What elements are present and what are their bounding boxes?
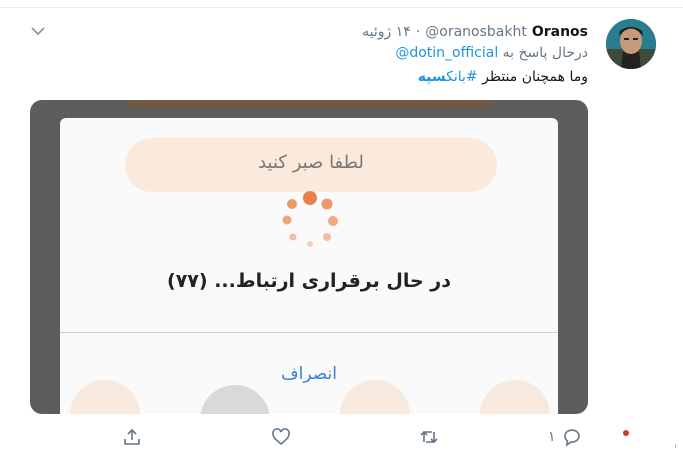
- svg-text:بانک: بانک: [674, 430, 676, 454]
- avatar[interactable]: [606, 19, 656, 69]
- reply-prefix: درحال پاسخ به: [502, 45, 588, 61]
- loading-spinner-icon: [282, 191, 338, 247]
- watermark-logo: بانک: [623, 430, 676, 454]
- retweet-icon: [420, 430, 438, 444]
- wait-label: لطفا صبر کنید: [258, 152, 364, 173]
- hashtag-plain: #بانک: [446, 69, 478, 85]
- share-button[interactable]: [122, 425, 142, 449]
- tweet-actions: ۱: [0, 425, 683, 451]
- tweet-text-body: وما همچنان منتظر: [482, 69, 588, 85]
- tweet[interactable]: Oranos @oranosbakht · ۱۴ ژوئیه درحال پاس…: [0, 0, 683, 465]
- dialog-divider: [60, 332, 558, 333]
- cancel-button: انصراف: [281, 364, 337, 384]
- tweet-header: Oranos @oranosbakht · ۱۴ ژوئیه: [362, 22, 588, 42]
- heart-icon: [272, 428, 290, 446]
- separator-dot: ·: [415, 24, 421, 40]
- reply-context: درحال پاسخ به @dotin_official: [395, 45, 588, 61]
- like-button[interactable]: [271, 425, 297, 449]
- hashtag-bold: سپه: [417, 69, 447, 85]
- reply-count: ۱: [548, 429, 556, 445]
- loading-dialog: لطفا صبر کنید در حال برقراری ارتباط... (…: [60, 118, 558, 414]
- reply-mention-link[interactable]: @dotin_official: [395, 45, 498, 61]
- comment-icon: [563, 429, 580, 447]
- display-name[interactable]: Oranos: [532, 24, 588, 40]
- connection-status: در حال برقراری ارتباط... (۷۷): [167, 270, 451, 292]
- tweet-top-divider: [0, 0, 683, 8]
- retweet-button[interactable]: [419, 425, 445, 449]
- tweet-media-image[interactable]: لطفا صبر کنید در حال برقراری ارتباط... (…: [30, 100, 588, 414]
- chevron-down-icon[interactable]: [30, 24, 46, 38]
- share-icon: [124, 428, 140, 445]
- tweet-date[interactable]: ۱۴ ژوئیه: [362, 24, 411, 40]
- media-topbar: [125, 100, 495, 108]
- tweet-text: وما همچنان منتظر #بانکسپه: [418, 69, 588, 85]
- hashtag-link[interactable]: #بانکسپه: [418, 69, 478, 85]
- wait-pill: لطفا صبر کنید: [125, 138, 497, 192]
- user-handle[interactable]: @oranosbakht: [425, 24, 527, 40]
- reply-button[interactable]: ۱: [548, 425, 582, 449]
